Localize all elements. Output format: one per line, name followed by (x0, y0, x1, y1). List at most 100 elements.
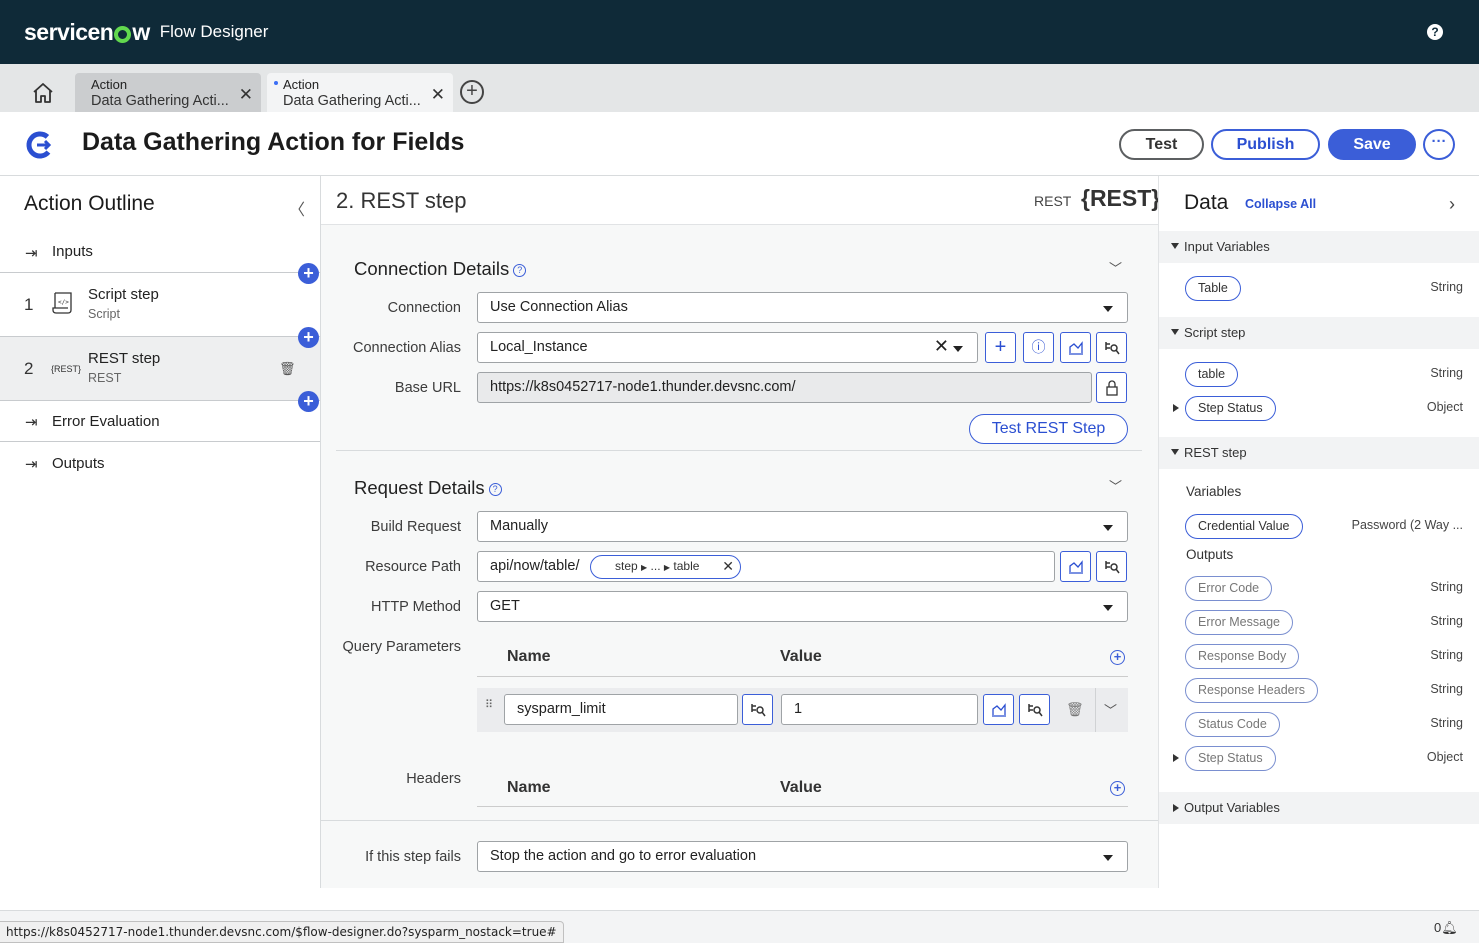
section-divider (336, 450, 1142, 451)
caret-down-icon (1171, 329, 1179, 335)
request-details-title: Request Details? (354, 477, 502, 499)
resource-path-field[interactable]: api/now/table/ (477, 551, 1055, 582)
data-pill-error-code[interactable]: Error Code (1185, 576, 1273, 601)
query-value-input[interactable]: 1 (781, 694, 978, 725)
data-pill-picker-button[interactable] (1060, 551, 1091, 582)
data-pill-step-status[interactable]: Step Status (1185, 396, 1276, 421)
search-tree-icon (750, 704, 766, 717)
close-tab-icon[interactable]: ✕ (431, 85, 445, 105)
delete-row-icon[interactable]: 🗑 (1066, 701, 1084, 718)
table-header-rule (477, 676, 1128, 677)
add-step-button[interactable]: + (298, 263, 319, 284)
add-tab-icon[interactable]: + (460, 80, 484, 104)
pill-separator-icon: ▶ (641, 563, 648, 572)
input-variables-section[interactable]: Input Variables (1159, 231, 1479, 263)
notifications[interactable]: 0🔔︎ (1434, 920, 1458, 936)
tab-type: Action (283, 77, 320, 92)
data-pill-error-message[interactable]: Error Message (1185, 610, 1293, 635)
chevron-down-icon[interactable]: ﹀ (1109, 258, 1122, 277)
caret-down-icon (1171, 449, 1179, 455)
clear-icon[interactable]: ✕ (934, 336, 949, 357)
connection-select[interactable]: Use Connection Alias (477, 292, 1128, 323)
data-pill-table[interactable]: table (1185, 362, 1239, 387)
error-evaluation-icon: ⇥ (25, 414, 38, 431)
drag-handle-icon[interactable]: ⠿ (485, 698, 493, 711)
caret-down-icon (1103, 605, 1113, 611)
lock-button[interactable] (1096, 372, 1127, 403)
more-options-button[interactable]: ··· (1423, 129, 1455, 160)
test-rest-step-button[interactable]: Test REST Step (969, 414, 1128, 444)
bell-icon: 🔔︎ (1441, 920, 1458, 935)
data-pill-picker-button[interactable] (983, 694, 1014, 725)
section-label: Input Variables (1184, 239, 1270, 254)
outline-title: Action Outline (24, 192, 155, 215)
outline-inputs[interactable]: ⇥ Inputs (0, 233, 320, 273)
step-fails-label: If this step fails (365, 849, 461, 865)
outline-step-1[interactable]: 1 </> Script step Script (0, 273, 320, 337)
data-pill-credential-value[interactable]: Credential Value (1185, 514, 1303, 539)
collapse-outline-icon[interactable]: 〈 (289, 196, 305, 220)
data-type: String (1430, 682, 1463, 696)
search-tree-icon (1027, 704, 1043, 717)
data-search-button[interactable] (1019, 694, 1050, 725)
data-type: Object (1426, 400, 1463, 414)
add-step-button[interactable]: + (298, 327, 319, 348)
delete-step-icon[interactable]: 🗑 (279, 361, 296, 377)
caret-down-icon (953, 346, 963, 352)
http-method-select[interactable]: GET (477, 591, 1128, 622)
add-query-parameter-icon[interactable]: + (1110, 650, 1125, 665)
output-variables-section[interactable]: Output Variables (1159, 792, 1479, 824)
base-url-label: Base URL (394, 380, 461, 396)
expand-icon[interactable] (1173, 404, 1179, 412)
query-name-input[interactable]: sysparm_limit (504, 694, 738, 725)
query-name-header: Name (507, 648, 551, 665)
add-header-icon[interactable]: + (1110, 781, 1125, 796)
step-number: 1 (24, 295, 34, 314)
connection-alias-select[interactable]: Local_Instance ✕ (477, 332, 978, 363)
collapse-all-link[interactable]: Collapse All (1245, 197, 1316, 211)
build-request-value: Manually (490, 518, 549, 534)
build-request-select[interactable]: Manually (477, 511, 1128, 542)
servicenow-logo[interactable]: servicen w (24, 19, 150, 46)
data-search-button[interactable] (742, 694, 773, 725)
add-alias-button[interactable]: + (985, 332, 1016, 363)
help-icon[interactable]: ? (513, 264, 527, 277)
data-pill-response-body[interactable]: Response Body (1185, 644, 1300, 669)
save-button[interactable]: Save (1328, 129, 1416, 160)
data-pill-step-status[interactable]: Step Status (1185, 746, 1276, 771)
publish-button[interactable]: Publish (1211, 129, 1320, 160)
chevron-down-icon[interactable]: ﹀ (1104, 700, 1117, 719)
remove-pill-icon[interactable]: ✕ (722, 558, 734, 575)
data-pill-response-headers[interactable]: Response Headers (1185, 678, 1319, 703)
tab-action-1[interactable]: Action Data Gathering Acti... ✕ (75, 73, 261, 112)
outline-step-2[interactable]: 2 {REST} REST step REST 🗑 (0, 337, 320, 401)
script-step-section[interactable]: Script step (1159, 317, 1479, 349)
help-icon[interactable]: ? (488, 483, 502, 496)
close-panel-icon[interactable]: › (1449, 194, 1455, 215)
tab-action-2[interactable]: Action Data Gathering Acti... ✕ (267, 73, 453, 112)
test-button[interactable]: Test (1119, 129, 1204, 160)
help-icon[interactable]: ? (1427, 24, 1443, 40)
data-pill-table[interactable]: Table (1185, 276, 1241, 301)
expand-icon[interactable] (1173, 754, 1179, 762)
data-type: String (1430, 580, 1463, 594)
base-url-field: https://k8s0452717-node1.thunder.devsnc.… (477, 372, 1092, 403)
data-search-button[interactable] (1096, 551, 1127, 582)
data-pill-status-code[interactable]: Status Code (1185, 712, 1280, 737)
chevron-down-icon[interactable]: ﹀ (1109, 476, 1122, 495)
pill-part: table (673, 559, 700, 573)
rest-step-section[interactable]: REST step (1159, 437, 1479, 469)
outline-outputs[interactable]: ⇥ Outputs (0, 442, 320, 483)
data-pill[interactable]: step ▶ ... ▶ table ✕ (590, 555, 741, 579)
add-step-button[interactable]: + (298, 391, 319, 412)
data-search-button[interactable] (1096, 332, 1127, 363)
outputs-label: Outputs (52, 455, 105, 472)
home-icon[interactable] (30, 80, 56, 106)
caret-down-icon (1171, 243, 1179, 249)
step-fails-select[interactable]: Stop the action and go to error evaluati… (477, 841, 1128, 872)
info-button[interactable]: ⓘ (1023, 332, 1054, 363)
close-tab-icon[interactable]: ✕ (239, 85, 253, 105)
outline-error-evaluation[interactable]: ⇥ Error Evaluation (0, 401, 320, 442)
data-pill-picker-button[interactable] (1060, 332, 1091, 363)
step-fails-value: Stop the action and go to error evaluati… (490, 848, 757, 864)
